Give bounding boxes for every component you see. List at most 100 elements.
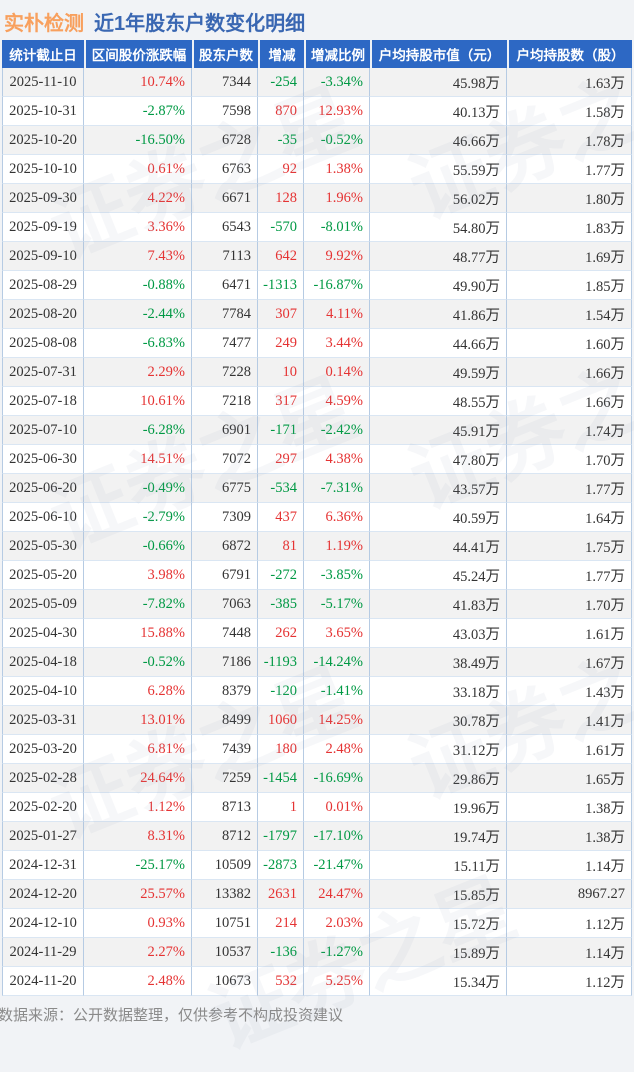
cell-avg-shares: 1.43万 (507, 677, 632, 706)
cell-avg-market-value: 54.80万 (370, 213, 507, 242)
cell-pct-change: 3.36% (84, 213, 192, 242)
cell-date: 2025-10-31 (2, 97, 84, 126)
table-row: 2025-09-30 4.22% 6671 128 1.96% 56.02万 1.80万 (2, 184, 632, 213)
cell-pct-change: -2.79% (84, 503, 192, 532)
cell-change-ratio: 4.59% (304, 387, 370, 416)
cell-avg-shares: 1.77万 (507, 474, 632, 503)
cell-date: 2025-01-27 (2, 822, 84, 851)
cell-pct-change: 10.61% (84, 387, 192, 416)
cell-change: -1193 (258, 648, 304, 677)
cell-avg-shares: 1.66万 (507, 387, 632, 416)
cell-change-ratio: -1.27% (304, 938, 370, 967)
cell-pct-change: -0.88% (84, 271, 192, 300)
cell-pct-change: 14.51% (84, 445, 192, 474)
cell-avg-market-value: 56.02万 (370, 184, 507, 213)
cell-date: 2024-11-29 (2, 938, 84, 967)
cell-date: 2024-12-20 (2, 880, 84, 909)
cell-avg-shares: 1.12万 (507, 909, 632, 938)
cell-holder-count: 13382 (192, 880, 258, 909)
cell-date: 2025-06-20 (2, 474, 84, 503)
cell-change-ratio: -0.52% (304, 126, 370, 155)
table-row: 2025-09-19 3.36% 6543 -570 -8.01% 54.80万 1.83万 (2, 213, 632, 242)
cell-date: 2025-11-10 (2, 68, 84, 97)
cell-avg-market-value: 49.90万 (370, 271, 507, 300)
cell-holder-count: 6791 (192, 561, 258, 590)
cell-change: -1313 (258, 271, 304, 300)
cell-avg-market-value: 45.98万 (370, 68, 507, 97)
cell-avg-market-value: 38.49万 (370, 648, 507, 677)
cell-date: 2025-04-10 (2, 677, 84, 706)
cell-change-ratio: 9.92% (304, 242, 370, 271)
cell-avg-market-value: 46.66万 (370, 126, 507, 155)
table-row: 2025-10-31 -2.87% 7598 870 12.93% 40.13万 1.58万 (2, 97, 632, 126)
cell-holder-count: 6543 (192, 213, 258, 242)
cell-date: 2025-04-30 (2, 619, 84, 648)
cell-avg-market-value: 15.34万 (370, 967, 507, 996)
table-row: 2025-11-10 10.74% 7344 -254 -3.34% 45.98万 1.63… (2, 68, 632, 97)
column-header-pct-change: 区间股价涨跌幅 (84, 40, 192, 68)
page-title: 近1年股东户数变化明细 (94, 13, 306, 35)
cell-holder-count: 6728 (192, 126, 258, 155)
cell-change: 532 (258, 967, 304, 996)
cell-date: 2025-08-29 (2, 271, 84, 300)
cell-holder-count: 7477 (192, 329, 258, 358)
cell-avg-market-value: 15.72万 (370, 909, 507, 938)
cell-date: 2025-09-19 (2, 213, 84, 242)
cell-date: 2025-04-18 (2, 648, 84, 677)
cell-change-ratio: -8.01% (304, 213, 370, 242)
cell-pct-change: -6.28% (84, 416, 192, 445)
cell-change: 317 (258, 387, 304, 416)
cell-change-ratio: 1.38% (304, 155, 370, 184)
cell-pct-change: -2.44% (84, 300, 192, 329)
table-row: 2025-06-20 -0.49% 6775 -534 -7.31% 43.57万 1.77… (2, 474, 632, 503)
table-row: 2025-09-10 7.43% 7113 642 9.92% 48.77万 1.69万 (2, 242, 632, 271)
cell-date: 2025-08-20 (2, 300, 84, 329)
table-row: 2025-05-20 3.98% 6791 -272 -3.85% 45.24万 1.77万 (2, 561, 632, 590)
cell-pct-change: 2.48% (84, 967, 192, 996)
cell-change-ratio: 3.65% (304, 619, 370, 648)
cell-change-ratio: 1.96% (304, 184, 370, 213)
cell-change: 297 (258, 445, 304, 474)
table-row: 2025-02-28 24.64% 7259 -1454 -16.69% 29.86万 1.… (2, 764, 632, 793)
column-header-date: 统计截止日 (2, 40, 84, 68)
cell-change: 81 (258, 532, 304, 561)
cell-holder-count: 7344 (192, 68, 258, 97)
cell-change: -534 (258, 474, 304, 503)
cell-change-ratio: -3.85% (304, 561, 370, 590)
cell-change-ratio: -3.34% (304, 68, 370, 97)
cell-change-ratio: 2.03% (304, 909, 370, 938)
cell-change: 128 (258, 184, 304, 213)
table-row: 2025-04-18 -0.52% 7186 -1193 -14.24% 38.49万 1.… (2, 648, 632, 677)
table-row: 2025-07-18 10.61% 7218 317 4.59% 48.55万 1.66万 (2, 387, 632, 416)
stock-name: 实朴检测 (4, 13, 84, 35)
cell-pct-change: 2.29% (84, 358, 192, 387)
cell-avg-shares: 1.83万 (507, 213, 632, 242)
cell-change: 307 (258, 300, 304, 329)
cell-avg-market-value: 48.55万 (370, 387, 507, 416)
cell-change-ratio: 14.25% (304, 706, 370, 735)
table-row: 2024-11-20 2.48% 10673 532 5.25% 15.34万 1.12万 (2, 967, 632, 996)
cell-avg-market-value: 55.59万 (370, 155, 507, 184)
cell-change-ratio: -16.87% (304, 271, 370, 300)
cell-pct-change: 8.31% (84, 822, 192, 851)
cell-avg-market-value: 43.57万 (370, 474, 507, 503)
cell-holder-count: 7448 (192, 619, 258, 648)
cell-holder-count: 6763 (192, 155, 258, 184)
cell-avg-market-value: 19.74万 (370, 822, 507, 851)
cell-change-ratio: -7.31% (304, 474, 370, 503)
column-header-change: 增减 (258, 40, 304, 68)
table-row: 2025-07-31 2.29% 7228 10 0.14% 49.59万 1.66万 (2, 358, 632, 387)
cell-date: 2025-06-10 (2, 503, 84, 532)
cell-date: 2025-02-28 (2, 764, 84, 793)
cell-change-ratio: 0.14% (304, 358, 370, 387)
cell-avg-shares: 1.70万 (507, 445, 632, 474)
cell-holder-count: 10673 (192, 967, 258, 996)
table-row: 2025-05-09 -7.82% 7063 -385 -5.17% 41.83万 1.70… (2, 590, 632, 619)
table-row: 2025-01-27 8.31% 8712 -1797 -17.10% 19.74万 1.3… (2, 822, 632, 851)
cell-change: -171 (258, 416, 304, 445)
table-row: 2025-03-20 6.81% 7439 180 2.48% 31.12万 1.61万 (2, 735, 632, 764)
cell-avg-shares: 8967.27 (507, 880, 632, 909)
shareholder-table: 统计截止日 区间股价涨跌幅 股东户数 增减 增减比例 户均持股市值（元） 户均持股数（股） … (2, 40, 632, 996)
cell-change-ratio: 24.47% (304, 880, 370, 909)
table-row: 2025-10-10 0.61% 6763 92 1.38% 55.59万 1.77万 (2, 155, 632, 184)
